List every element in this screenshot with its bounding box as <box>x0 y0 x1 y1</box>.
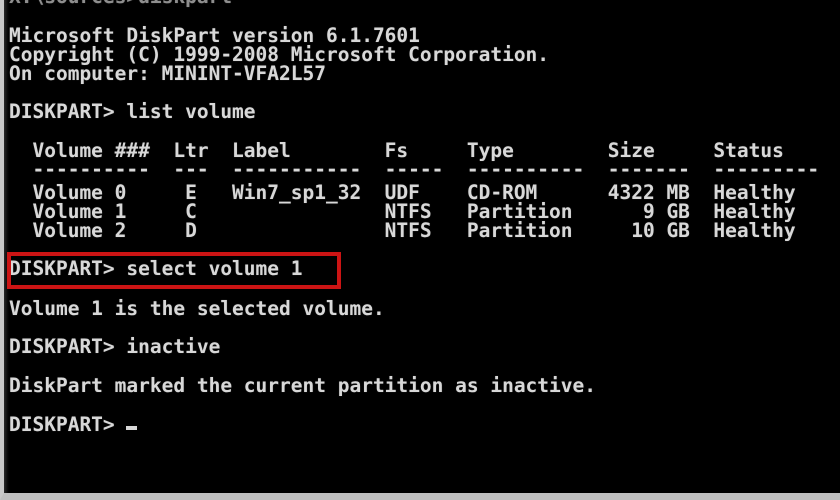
volume-table-header-rule: ---------- --- ----------- ----- -------… <box>9 158 820 181</box>
volume-table-row-2: Volume 2 D NTFS Partition 10 GB Healthy <box>9 219 796 242</box>
text-cursor-icon <box>126 426 138 430</box>
console-line-command-inactive: DISKPART> inactive <box>9 335 221 358</box>
console-prompt-line[interactable]: DISKPART> <box>9 413 138 436</box>
console-prompt-label: DISKPART> <box>9 413 127 436</box>
console-line-command-list-volume: DISKPART> list volume <box>9 100 256 123</box>
console-line-computer-name: On computer: MININT-VFA2L57 <box>9 62 326 85</box>
console-line-marked-inactive-message: DiskPart marked the current partition as… <box>9 374 596 397</box>
console-line-diskpart-launch: X:\sources>diskpart <box>9 0 232 6</box>
console-line-command-select-volume: DISKPART> select volume 1 <box>9 257 303 280</box>
console-line-volume-selected-message: Volume 1 is the selected volume. <box>9 297 385 320</box>
console-output-area[interactable]: X:\sources>diskpart Microsoft DiskPart v… <box>4 0 840 493</box>
diskpart-console-window[interactable]: X:\sources>diskpart Microsoft DiskPart v… <box>0 0 840 500</box>
